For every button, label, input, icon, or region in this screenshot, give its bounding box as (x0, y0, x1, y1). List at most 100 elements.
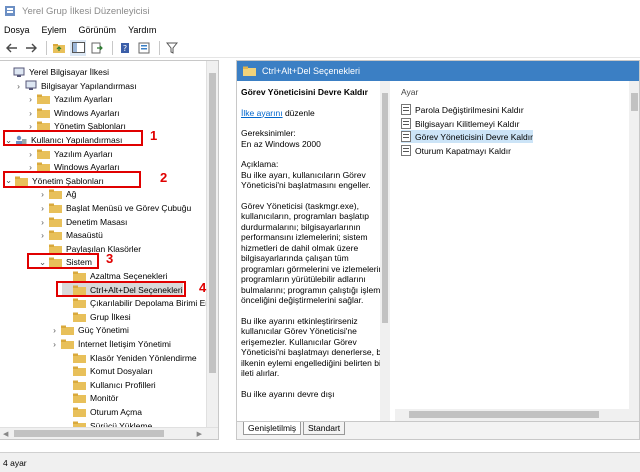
list-vertical-scrollbar[interactable] (629, 81, 639, 421)
window-title: Yerel Grup İlkesi Düzenleyicisi (22, 5, 150, 17)
tree-item-label: Komut Dosyaları (90, 366, 153, 377)
tree-item-label: Azaltma Seçenekleri (90, 271, 168, 281)
chevron-right-icon[interactable]: › (38, 189, 47, 199)
show-hide-tree-button[interactable] (70, 39, 86, 56)
scroll-thumb[interactable] (631, 93, 638, 111)
description-scrollbar[interactable] (380, 81, 390, 421)
folder-icon (37, 149, 50, 159)
scroll-thumb[interactable] (14, 430, 164, 437)
folder-icon (37, 94, 50, 105)
list-item[interactable]: Oturum Kapatmayı Kaldır (401, 144, 511, 157)
tree-item[interactable]: Klasör Yeniden Yönlendirme (62, 351, 197, 365)
back-arrow-icon (6, 43, 17, 52)
tree-item-label: Bilgisayar Yapılandırması (41, 80, 137, 91)
toolbar: ? (0, 38, 640, 58)
properties-button[interactable] (136, 40, 152, 56)
explanation-paragraph-1: Bu ilke ayarı, kullanıcıların Görev Yöne… (241, 169, 371, 191)
tree-item[interactable]: › Ağ (38, 187, 76, 201)
chevron-right-icon[interactable]: › (38, 230, 47, 240)
view-tabs: Genişletilmiş Standart (237, 421, 639, 439)
tree-item[interactable]: › Masaüstü (38, 228, 103, 242)
svg-text:?: ? (123, 44, 127, 53)
tree-item-label: Başlat Menüsü ve Görev Çubuğu (66, 203, 192, 213)
folder-icon (73, 271, 86, 281)
folder-icon (37, 108, 50, 118)
help-button[interactable]: ? (117, 40, 133, 56)
folder-icon (73, 393, 86, 404)
annotation-box-user-config (3, 130, 143, 146)
scroll-thumb[interactable] (382, 93, 388, 323)
policy-editor-icon (5, 6, 15, 16)
list-horizontal-scrollbar[interactable] (395, 409, 629, 421)
menu-help[interactable]: Yardım (128, 25, 156, 35)
tree-item[interactable]: › İnternet İletişim Yönetimi (50, 337, 171, 351)
list-item-selected[interactable]: Görev Yöneticisini Devre Kaldır (401, 130, 533, 143)
tree-item[interactable]: Kullanıcı Profilleri (62, 378, 156, 392)
forward-button[interactable] (23, 40, 39, 56)
tree-horizontal-scrollbar[interactable]: ◀ ▶ (0, 427, 218, 439)
folder-icon (73, 353, 86, 363)
tree-item-label: Oturum Açma (90, 407, 142, 417)
menu-action[interactable]: Eylem (42, 25, 67, 35)
toolbar-separator (46, 40, 47, 55)
tree-item-label: Monitör (90, 393, 119, 404)
tree-item[interactable]: › Güç Yönetimi (50, 323, 129, 337)
tree-item[interactable]: Oturum Açma (62, 405, 142, 419)
chevron-right-icon[interactable]: › (14, 81, 23, 91)
tree-item[interactable]: Yerel Bilgisayar İlkesi (2, 65, 109, 79)
scroll-thumb[interactable] (209, 73, 216, 373)
chevron-right-icon[interactable]: › (26, 149, 35, 159)
edit-policy-link[interactable]: İlke ayarını (241, 108, 283, 118)
tree-vertical-scrollbar[interactable] (206, 61, 218, 429)
tree-item[interactable]: Monitör (62, 391, 118, 405)
scroll-right-icon[interactable]: ▶ (197, 430, 202, 438)
list-item[interactable]: Bilgisayarı Kilitlemeyi Kaldır (401, 117, 519, 130)
explanation-paragraph-4: Bu ilke ayarını devre dışı (241, 388, 335, 399)
tree-item[interactable]: Komut Dosyaları (62, 364, 153, 378)
scroll-left-icon[interactable]: ◀ (3, 430, 8, 438)
tree-item[interactable]: › Windows Ayarları (26, 106, 120, 120)
tree-item[interactable]: › Bilgisayar Yapılandırması (14, 79, 137, 93)
tree-item[interactable]: Grup İlkesi (62, 310, 131, 324)
policy-setting-icon (401, 118, 411, 129)
chevron-right-icon[interactable]: › (50, 325, 59, 335)
tab-standard[interactable]: Standart (303, 422, 346, 435)
menu-view[interactable]: Görünüm (79, 25, 117, 35)
tree-item[interactable]: › Yazılım Ayarları (26, 92, 113, 106)
tree-item[interactable]: › Yazılım Ayarları (26, 147, 113, 161)
requirements-label: Gereksinimler: (241, 128, 296, 138)
tree-item-label: Güç Yönetimi (78, 325, 129, 336)
chevron-right-icon[interactable]: › (26, 94, 35, 104)
chevron-right-icon[interactable]: › (38, 217, 47, 227)
chevron-right-icon[interactable]: › (38, 203, 47, 213)
back-button[interactable] (4, 40, 20, 56)
tree-item[interactable]: › Başlat Menüsü ve Görev Çubuğu (38, 201, 191, 215)
tree-item[interactable]: › Denetim Masası (38, 215, 127, 229)
tree-item-label: Ağ (66, 189, 77, 200)
scroll-thumb[interactable] (409, 411, 599, 418)
export-list-button[interactable] (89, 40, 105, 56)
column-header-setting[interactable]: Ayar (401, 87, 418, 97)
settings-list: Ayar Parola Değiştirilmesini Kaldır Bilg… (395, 81, 639, 421)
help-book-icon: ? (121, 42, 129, 53)
console-tree[interactable]: Yerel Bilgisayar İlkesi › Bilgisayar Yapıl… (0, 60, 219, 440)
folder-icon (73, 380, 86, 390)
chevron-right-icon[interactable]: › (50, 339, 59, 349)
list-item[interactable]: Parola Değiştirilmesini Kaldır (401, 103, 524, 116)
tab-extended[interactable]: Genişletilmiş (243, 422, 302, 435)
tree-item-label: Klasör Yeniden Yönlendirme (90, 352, 197, 363)
up-folder-button[interactable] (51, 40, 67, 56)
filter-button[interactable] (164, 40, 180, 56)
tree-item[interactable]: Çıkarılabilir Depolama Birimi Erişimi (62, 296, 218, 310)
tree-item-label: Denetim Masası (66, 216, 128, 227)
chevron-right-icon[interactable]: › (26, 108, 35, 118)
tree-item-label: Grup İlkesi (90, 311, 131, 322)
annotation-number-4: 4 (199, 280, 207, 295)
menu-file[interactable]: Dosya (4, 25, 30, 35)
tree-item-label: İnternet İletişim Yönetimi (78, 339, 171, 349)
